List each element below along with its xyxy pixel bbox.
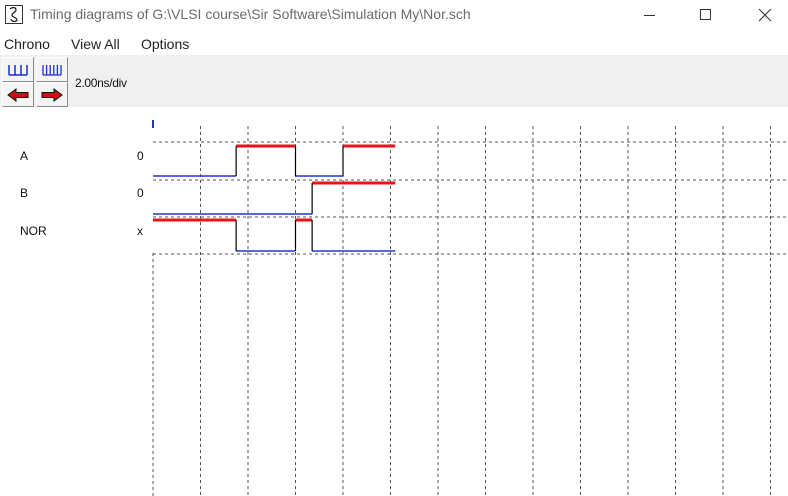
comb-coarse-icon — [8, 64, 28, 76]
menu-view-all[interactable]: View All — [71, 36, 120, 52]
waveform-traces — [153, 144, 396, 252]
minimize-button[interactable] — [627, 0, 673, 30]
arrow-right-icon — [41, 87, 63, 102]
time-scale-label: 2.00ns/div — [75, 76, 127, 90]
time-grid — [152, 120, 786, 496]
close-button[interactable] — [742, 0, 788, 30]
timing-diagram[interactable] — [0, 108, 788, 496]
maximize-button[interactable] — [683, 0, 729, 30]
minimize-icon — [644, 15, 655, 16]
title-bar: Timing diagrams of G:\VLSI course\Sir So… — [0, 0, 788, 30]
menu-bar: Chrono View All Options — [0, 32, 788, 54]
menu-options[interactable]: Options — [141, 36, 189, 52]
scroll-right-button[interactable] — [36, 82, 68, 107]
window-title: Timing diagrams of G:\VLSI course\Sir So… — [30, 6, 471, 22]
comb-fine-icon — [42, 64, 62, 76]
toolbar: 2.00ns/div — [0, 55, 788, 107]
zoom-in-button[interactable] — [36, 57, 68, 82]
close-icon — [758, 8, 772, 22]
arrow-left-icon — [7, 87, 29, 102]
zoom-out-button[interactable] — [2, 57, 34, 82]
lambda-icon[interactable] — [5, 5, 23, 24]
maximize-icon — [700, 9, 711, 20]
scroll-left-button[interactable] — [2, 82, 34, 107]
menu-chrono[interactable]: Chrono — [4, 36, 50, 52]
